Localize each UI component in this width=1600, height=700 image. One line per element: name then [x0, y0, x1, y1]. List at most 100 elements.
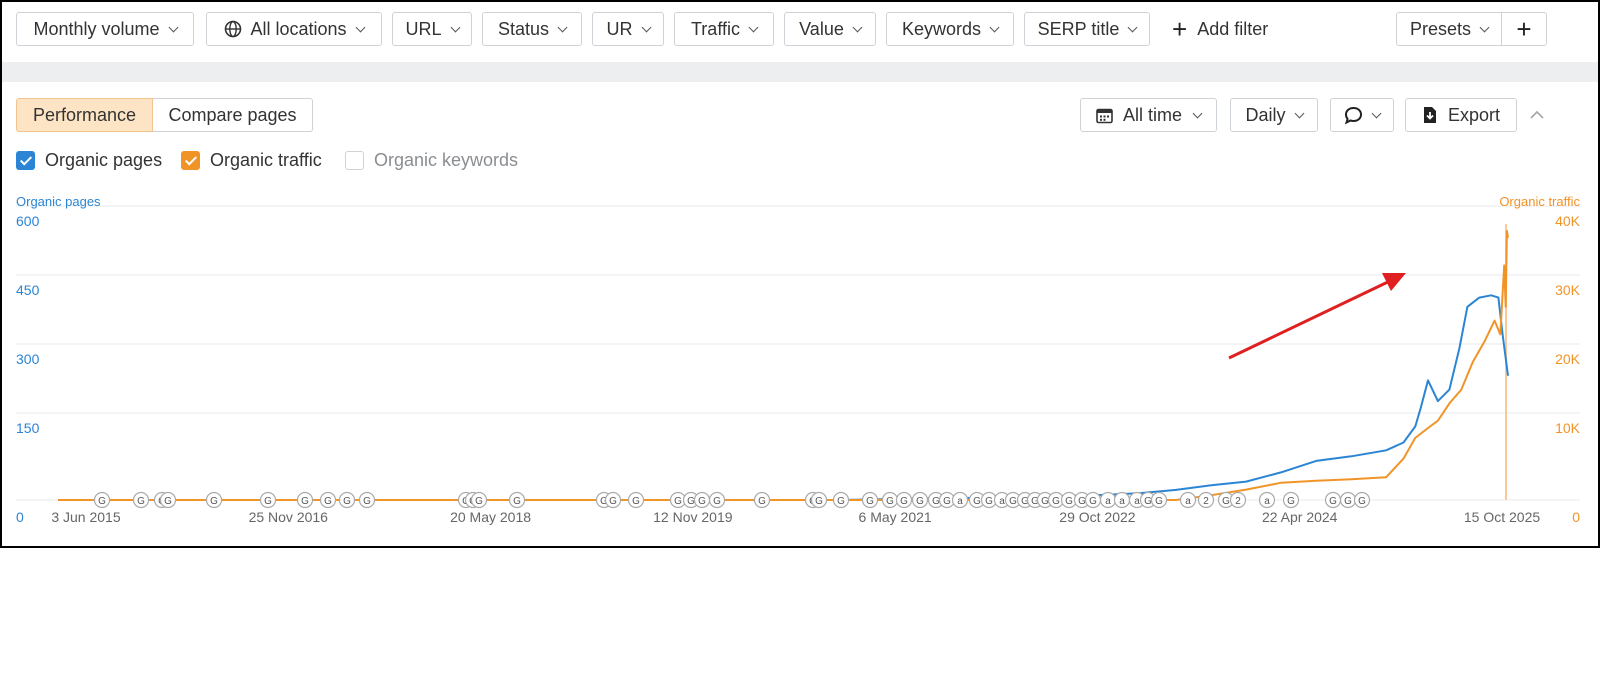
chart-toolbar: Performance Compare pages All time Daily	[16, 98, 1584, 134]
filter-label: Value	[799, 18, 844, 39]
keywords-filter[interactable]: Keywords	[886, 12, 1014, 46]
annotation-marker-label: G	[324, 496, 332, 507]
chevron-down-icon	[1371, 108, 1382, 118]
x-tick-label: 29 Oct 2022	[1059, 509, 1135, 525]
annotation-marker-label: G	[916, 496, 924, 507]
annotation-marker-label: 2	[1235, 496, 1241, 507]
legend-label: Organic keywords	[374, 150, 519, 170]
annotation-marker-label: G	[758, 496, 766, 507]
chevron-down-icon	[1479, 22, 1490, 32]
comment-icon	[1344, 106, 1363, 124]
left-tick-label: 450	[16, 282, 40, 298]
annotation-marker-label: G	[985, 496, 993, 507]
traffic-filter[interactable]: Traffic	[674, 12, 774, 46]
annotation-marker-label: G	[932, 496, 940, 507]
series-layer	[58, 224, 1509, 501]
chevron-down-icon	[852, 22, 863, 32]
checkbox-unchecked-icon	[345, 151, 364, 170]
left-tick-label: 600	[16, 213, 40, 229]
annotation-marker-label: G	[837, 496, 845, 507]
annotation-marker-label: G	[1009, 496, 1017, 507]
right-tick-label: 20K	[1555, 351, 1581, 367]
annotation-marker-label: G	[1089, 496, 1097, 507]
annotation-marker-label: G	[900, 496, 908, 507]
chevron-up-icon[interactable]	[1528, 106, 1546, 124]
app-panel: Monthly volume All locations URL Status …	[0, 0, 1600, 548]
plus-icon: +	[1172, 14, 1188, 44]
annotations-dropdown[interactable]	[1330, 98, 1394, 132]
filter-label: SERP title	[1037, 18, 1120, 39]
url-filter[interactable]: URL	[392, 12, 472, 46]
x-tick-label: 12 Nov 2019	[653, 509, 733, 525]
x-tick-label: 15 Oct 2025	[1464, 509, 1540, 525]
add-preset-button[interactable]: +	[1501, 12, 1547, 46]
annotation-marker-label: G	[1041, 496, 1049, 507]
filter-label: Traffic	[690, 18, 740, 39]
x-axis: 3 Jun 2015 25 Nov 2016 20 May 2018 12 Nov 2…	[51, 509, 1540, 525]
granularity-dropdown[interactable]: Daily	[1230, 98, 1318, 132]
filter-label: URL	[405, 18, 442, 39]
checkbox-checked-icon	[181, 151, 200, 170]
export-button[interactable]: Export	[1405, 98, 1517, 132]
monthly-volume-filter[interactable]: Monthly volume	[16, 12, 194, 46]
time-range-dropdown[interactable]: All time	[1080, 98, 1217, 132]
filter-label: UR	[606, 18, 633, 39]
time-range-label: All time	[1122, 104, 1182, 125]
value-filter[interactable]: Value	[784, 12, 876, 46]
annotation-marker-label: a	[1134, 496, 1140, 507]
chevron-down-icon	[989, 22, 1000, 32]
granularity-label: Daily	[1245, 104, 1286, 125]
location-filter[interactable]: All locations	[206, 12, 382, 46]
x-tick-label: 25 Nov 2016	[249, 509, 329, 525]
annotation-marker-label: G	[1329, 496, 1337, 507]
chevron-down-icon	[168, 22, 178, 32]
annotation-marker-label: G	[264, 496, 272, 507]
annotation-marker-label: a	[999, 496, 1005, 507]
annotation-marker-label: G	[1144, 496, 1152, 507]
tab-performance[interactable]: Performance	[16, 98, 153, 132]
right-tick-label: 10K	[1555, 420, 1581, 436]
serp-title-filter[interactable]: SERP title	[1024, 12, 1150, 46]
annotation-marker-label: G	[98, 496, 106, 507]
annotation-marker-label: G	[363, 496, 371, 507]
checkbox-checked-icon	[16, 151, 35, 170]
filter-label: Status	[497, 18, 550, 39]
annotation-marker-label: G	[886, 496, 894, 507]
download-icon	[1423, 107, 1436, 123]
presets-label: Presets	[1409, 18, 1472, 39]
organic-pages-line	[58, 294, 1509, 501]
tab-compare-pages[interactable]: Compare pages	[153, 98, 313, 132]
annotation-marker-label: G	[1052, 496, 1060, 507]
legend-label: Organic pages	[45, 150, 163, 170]
chevron-down-icon	[748, 22, 759, 32]
presets-button[interactable]: Presets	[1396, 12, 1502, 46]
annotation-marker-label: 2	[1203, 496, 1209, 507]
annotation-marker-label: a	[1119, 496, 1125, 507]
left-axis-title: Organic pages	[16, 194, 101, 209]
x-tick-label: 22 Apr 2024	[1262, 509, 1338, 525]
status-filter[interactable]: Status	[482, 12, 582, 46]
annotation-marker-label: a	[1105, 496, 1111, 507]
chevron-down-icon	[1127, 22, 1138, 32]
x-tick-label: 20 May 2018	[450, 509, 531, 525]
legend-organic-keywords[interactable]: Organic keywords	[345, 150, 518, 171]
legend-organic-pages[interactable]: Organic pages	[16, 150, 162, 171]
right-tick-label: 40K	[1555, 213, 1581, 229]
annotation-marker-label: G	[1222, 496, 1230, 507]
left-axis: 0 150 300 450 600	[16, 213, 40, 525]
annotation-marker-label: G	[674, 496, 682, 507]
export-label: Export	[1447, 104, 1501, 125]
globe-icon	[225, 20, 242, 38]
section-divider	[2, 62, 1598, 82]
annotation-marker-label: G	[475, 496, 483, 507]
legend-organic-traffic[interactable]: Organic traffic	[181, 150, 322, 171]
annotation-marker-label: G	[343, 496, 351, 507]
left-tick-label: 300	[16, 351, 40, 367]
filter-label: All locations	[250, 18, 347, 39]
ur-filter[interactable]: UR	[592, 12, 664, 46]
chevron-down-icon	[1192, 108, 1203, 118]
legend-label: Organic traffic	[210, 150, 322, 170]
annotation-marker-label: G	[943, 496, 951, 507]
right-tick-label: 0	[1572, 509, 1580, 525]
add-filter-button[interactable]: + Add filter	[1172, 12, 1268, 46]
